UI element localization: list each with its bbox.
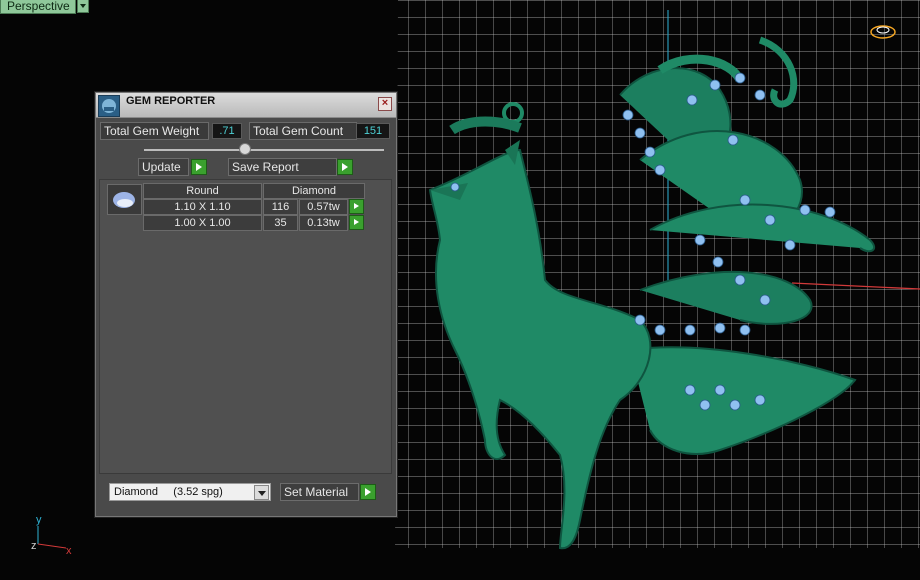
set-material-button[interactable] bbox=[360, 484, 376, 500]
close-button[interactable]: × bbox=[378, 97, 392, 111]
gem-size: 1.00 X 1.00 bbox=[143, 215, 262, 231]
gem-weight: 0.57tw bbox=[299, 199, 348, 215]
select-row-button[interactable] bbox=[349, 199, 364, 214]
axis-x-label: x bbox=[66, 545, 72, 557]
view-dropdown-icon[interactable] bbox=[76, 0, 89, 13]
panel-title: GEM REPORTER bbox=[126, 95, 216, 107]
gem-count: 35 bbox=[263, 215, 298, 231]
panel-titlebar[interactable]: GEM REPORTER × bbox=[96, 93, 396, 118]
update-button[interactable] bbox=[191, 159, 207, 175]
gem-size: 1.10 X 1.10 bbox=[143, 199, 262, 215]
gem-material-header: Diamond bbox=[263, 183, 365, 199]
gem-shape-header: Round bbox=[143, 183, 262, 199]
select-arrow-icon[interactable] bbox=[254, 485, 269, 500]
axis-y-label: y bbox=[36, 514, 42, 526]
material-select-value: Diamond (3.52 spg) bbox=[114, 486, 223, 498]
total-gem-count-value: 151 bbox=[356, 123, 390, 139]
gem-count: 116 bbox=[263, 199, 298, 215]
gem-reporter-panel: GEM REPORTER × Total Gem Weight .71 Tota… bbox=[95, 92, 397, 517]
view-label[interactable]: Perspective bbox=[0, 0, 76, 14]
update-label[interactable]: Update bbox=[138, 158, 189, 176]
gem-list: Round Diamond 1.10 X 1.10 116 0.57tw 1.0… bbox=[99, 179, 392, 474]
slider-track[interactable] bbox=[144, 149, 384, 151]
view-tab[interactable]: Perspective bbox=[0, 0, 89, 14]
save-report-button[interactable] bbox=[337, 159, 353, 175]
material-select[interactable]: Diamond (3.52 spg) bbox=[109, 483, 271, 501]
total-gem-count-label: Total Gem Count bbox=[249, 122, 357, 140]
round-gem-thumbnail[interactable] bbox=[107, 184, 142, 215]
gem-weight: 0.13tw bbox=[299, 215, 348, 231]
total-gem-weight-label: Total Gem Weight bbox=[100, 122, 209, 140]
axis-z-label: z bbox=[31, 540, 37, 552]
set-material-label[interactable]: Set Material bbox=[280, 483, 359, 501]
save-report-label[interactable]: Save Report bbox=[228, 158, 337, 176]
total-gem-weight-value: .71 bbox=[212, 123, 242, 139]
select-row-button[interactable] bbox=[349, 215, 364, 230]
gem-reporter-app-icon bbox=[98, 95, 120, 117]
axes-indicator: y z x bbox=[31, 514, 72, 557]
slider-thumb[interactable] bbox=[239, 143, 251, 155]
